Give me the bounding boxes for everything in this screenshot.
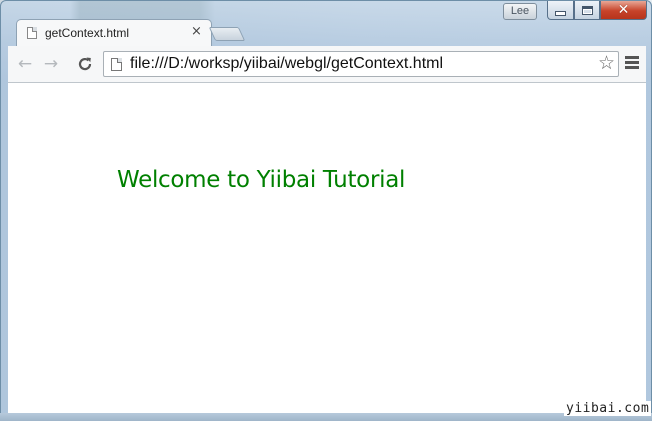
new-tab-button[interactable] (208, 27, 246, 41)
bookmark-star-icon[interactable]: ☆ (598, 52, 615, 74)
back-arrow-icon[interactable]: ← (14, 53, 36, 75)
address-bar[interactable]: file:///D:/worksp/yiibai/webgl/getContex… (103, 51, 619, 77)
page-viewport: Welcome to Yiibai Tutorial (8, 83, 646, 414)
close-icon: ✕ (617, 2, 630, 18)
toolbar: ← → file:///D:/worksp/yiibai/webgl/getCo… (8, 46, 646, 83)
forward-arrow-icon[interactable]: → (40, 53, 62, 75)
minimize-icon (555, 10, 566, 16)
minimize-button[interactable] (547, 1, 574, 20)
url-text[interactable]: file:///D:/worksp/yiibai/webgl/getContex… (130, 55, 443, 73)
window-bottom-border (0, 413, 652, 421)
tab-title: getContext.html (45, 26, 130, 40)
tab-close-icon[interactable]: × (191, 24, 202, 39)
reload-icon[interactable] (74, 53, 96, 75)
maximize-button[interactable] (574, 1, 600, 20)
tab-getcontext[interactable]: getContext.html × (16, 19, 212, 46)
menu-icon[interactable] (625, 56, 639, 71)
maximize-icon (581, 5, 593, 15)
browser-window: Lee ✕ getContext.html × ← → file:///D:/w… (0, 0, 652, 421)
page-icon (111, 58, 122, 71)
reload-glyph (78, 57, 92, 71)
page-heading: Welcome to Yiibai Tutorial (117, 167, 406, 193)
watermark: yiibai.com (564, 401, 652, 416)
close-window-button[interactable]: ✕ (600, 1, 647, 20)
profile-button[interactable]: Lee (503, 3, 537, 20)
page-icon (27, 27, 37, 39)
